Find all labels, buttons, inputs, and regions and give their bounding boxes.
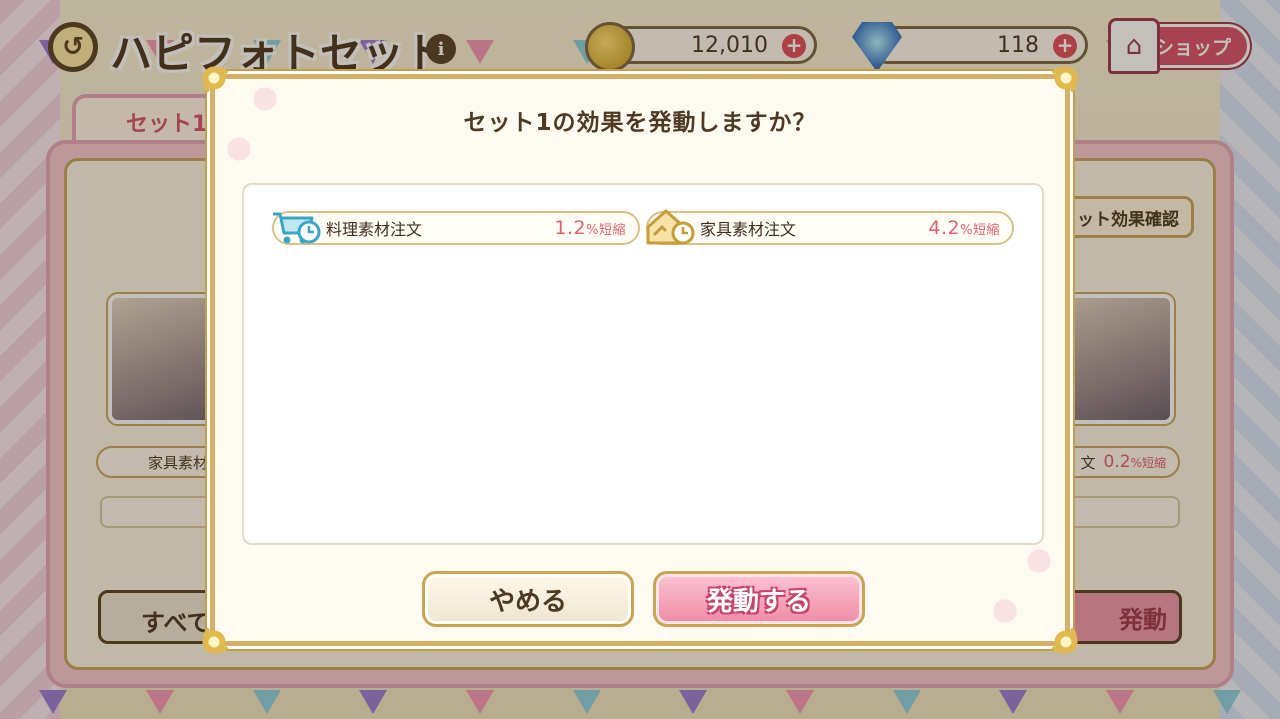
dialog-title: セット1の効果を発動しますか？ [463, 110, 817, 136]
activate-button[interactable]: 発動する [653, 571, 865, 627]
effect-list: 料理素材注文 1.2%短縮 家具素材注文 4.2%短縮 [242, 183, 1044, 545]
effect-value: 4.2%短縮 [928, 217, 1000, 239]
effect-item-cooking-materials: 料理素材注文 1.2%短縮 [272, 211, 640, 245]
corner-ornament-icon [197, 625, 231, 659]
effect-name: 料理素材注文 [326, 220, 423, 239]
house-clock-icon [644, 205, 696, 249]
activate-effect-dialog: セット1の効果を発動しますか？ 料理素材注文 1.2%短縮 家具素材注文 4.2… [197, 61, 1083, 659]
corner-ornament-icon [1049, 61, 1083, 95]
cart-clock-icon [270, 205, 322, 249]
cancel-button[interactable]: やめる [422, 571, 634, 627]
effect-value: 1.2%短縮 [554, 217, 626, 239]
sakura-decoration-icon [985, 591, 1025, 631]
corner-ornament-icon [197, 61, 233, 97]
effect-item-furniture-materials: 家具素材注文 4.2%短縮 [646, 209, 1014, 245]
effect-name: 家具素材注文 [700, 220, 797, 239]
sakura-decoration-icon [1019, 541, 1059, 581]
corner-ornament-icon [1049, 625, 1083, 659]
